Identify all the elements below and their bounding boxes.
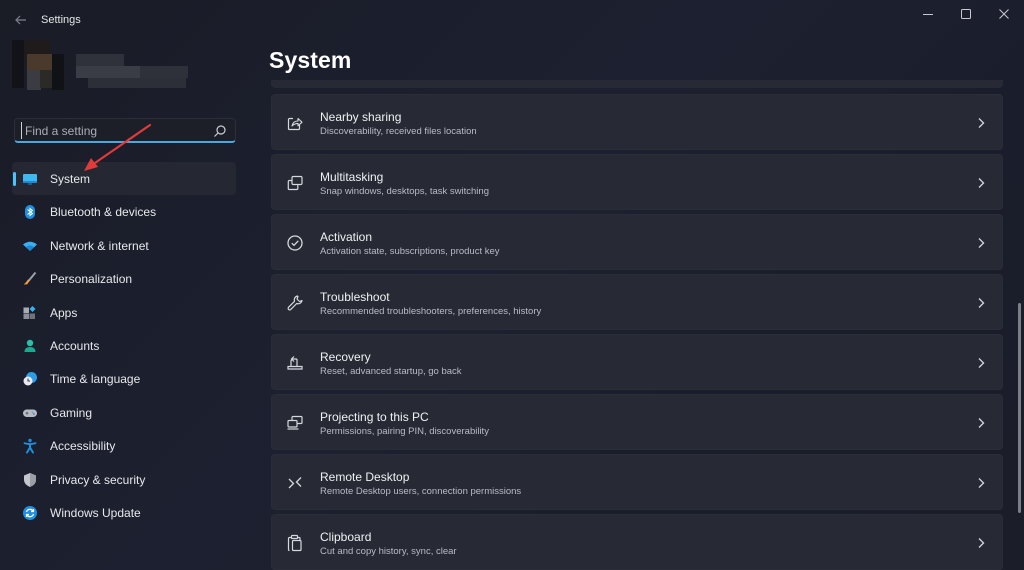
- sidebar-item-apps[interactable]: Apps: [12, 296, 236, 329]
- recovery-icon: [287, 356, 303, 370]
- person-icon: [24, 339, 36, 352]
- minimize-icon: [923, 14, 933, 15]
- share-icon: [287, 117, 303, 131]
- wifi-icon: [23, 241, 37, 251]
- multitasking-icon: [287, 175, 303, 191]
- sidebar-item-accounts[interactable]: Accounts: [12, 329, 236, 362]
- maximize-button[interactable]: [947, 0, 985, 28]
- sidebar-nav: System Bluetooth & devices Network & int…: [12, 162, 236, 529]
- settings-card-nearby-sharing[interactable]: Nearby sharing Discoverability, received…: [271, 94, 1003, 150]
- chevron-right-icon: [978, 538, 985, 548]
- sidebar-item-gaming[interactable]: Gaming: [12, 396, 236, 429]
- card-title: Multitasking: [320, 170, 384, 184]
- settings-card-troubleshoot[interactable]: Troubleshoot Recommended troubleshooters…: [271, 274, 1003, 330]
- card-title: Remote Desktop: [320, 470, 410, 484]
- card-subtitle: Discoverability, received files location: [320, 126, 477, 137]
- chevron-right-icon: [978, 358, 985, 368]
- sidebar-item-label: Personalization: [50, 272, 133, 287]
- brush-icon: [24, 272, 37, 286]
- chevron-right-icon: [978, 178, 985, 188]
- card-subtitle: Activation state, subscriptions, product…: [320, 246, 500, 257]
- settings-card-remote-desktop[interactable]: Remote Desktop Remote Desktop users, con…: [271, 454, 1003, 510]
- bluetooth-icon: [25, 205, 35, 220]
- minimize-button[interactable]: [909, 0, 947, 28]
- wrench-icon: [287, 295, 303, 311]
- settings-card-activation[interactable]: Activation Activation state, subscriptio…: [271, 214, 1003, 270]
- sidebar-item-label: Windows Update: [50, 505, 141, 520]
- monitor-icon: [23, 174, 37, 185]
- back-arrow-icon: [15, 15, 26, 25]
- card-subtitle: Snap windows, desktops, task switching: [320, 186, 489, 197]
- sidebar-item-label: Bluetooth & devices: [50, 205, 157, 220]
- apps-icon: [23, 305, 36, 319]
- sidebar-item-system[interactable]: System: [12, 162, 236, 196]
- clipboard-icon: [287, 534, 302, 552]
- clock-globe-icon: [23, 372, 37, 386]
- settings-card-clipboard[interactable]: Clipboard Cut and copy history, sync, cl…: [271, 514, 1003, 570]
- chevron-right-icon: [978, 238, 985, 248]
- chevron-right-icon: [978, 418, 985, 428]
- sidebar-item-label: Network & internet: [50, 238, 149, 253]
- gamepad-icon: [23, 409, 37, 417]
- sidebar-item-label: Accessibility: [50, 439, 116, 454]
- search-box[interactable]: [14, 118, 236, 143]
- projecting-icon: [287, 415, 303, 430]
- chevron-right-icon: [978, 478, 985, 488]
- search-input[interactable]: [21, 122, 210, 139]
- close-icon: [999, 9, 1009, 19]
- active-indicator: [13, 172, 16, 186]
- user-profile[interactable]: [12, 40, 192, 98]
- chevron-right-icon: [978, 118, 985, 128]
- sidebar-item-bluetooth[interactable]: Bluetooth & devices: [12, 195, 236, 228]
- back-button[interactable]: [8, 8, 34, 32]
- sidebar-item-label: Apps: [50, 305, 78, 320]
- partially-scrolled-card[interactable]: [271, 80, 1003, 88]
- card-title: Nearby sharing: [320, 110, 402, 124]
- sidebar-item-accessibility[interactable]: Accessibility: [12, 429, 236, 462]
- sidebar-item-label: Time & language: [50, 372, 141, 387]
- maximize-icon: [961, 9, 971, 19]
- sidebar-item-label: Gaming: [50, 405, 93, 420]
- card-subtitle: Cut and copy history, sync, clear: [320, 546, 457, 557]
- sidebar-item-label: Accounts: [50, 338, 100, 353]
- accessibility-icon: [23, 438, 37, 454]
- card-title: Recovery: [320, 350, 371, 364]
- app-title: Settings: [41, 14, 81, 26]
- settings-card-projecting[interactable]: Projecting to this PC Permissions, pairi…: [271, 394, 1003, 450]
- sidebar-item-label: System: [50, 172, 91, 186]
- sidebar-item-privacy-security[interactable]: Privacy & security: [12, 463, 236, 496]
- update-icon: [23, 505, 37, 520]
- sidebar-item-windows-update[interactable]: Windows Update: [12, 496, 236, 529]
- card-subtitle: Recommended troubleshooters, preferences…: [320, 306, 542, 317]
- shield-icon: [24, 472, 36, 487]
- card-subtitle: Permissions, pairing PIN, discoverabilit…: [320, 426, 489, 437]
- card-title: Projecting to this PC: [320, 410, 429, 424]
- close-button[interactable]: [985, 0, 1023, 28]
- card-title: Activation: [320, 230, 373, 244]
- check-circle-icon: [287, 235, 303, 251]
- sidebar-item-personalization[interactable]: Personalization: [12, 262, 236, 295]
- sidebar-item-time-language[interactable]: Time & language: [12, 362, 236, 395]
- page-title: System: [269, 47, 352, 73]
- sidebar-item-label: Privacy & security: [50, 472, 146, 487]
- sidebar-item-network[interactable]: Network & internet: [12, 229, 236, 262]
- card-subtitle: Remote Desktop users, connection permiss…: [320, 486, 522, 497]
- remote-desktop-icon: [288, 477, 302, 489]
- card-title: Troubleshoot: [320, 290, 390, 304]
- card-title: Clipboard: [320, 530, 372, 544]
- title-bar: Settings: [0, 0, 1024, 40]
- chevron-right-icon: [978, 298, 985, 308]
- search-icon[interactable]: [213, 124, 227, 138]
- settings-card-recovery[interactable]: Recovery Reset, advanced startup, go bac…: [271, 334, 1003, 390]
- vertical-scrollbar[interactable]: [1018, 303, 1021, 513]
- card-subtitle: Reset, advanced startup, go back: [320, 366, 462, 377]
- settings-card-multitasking[interactable]: Multitasking Snap windows, desktops, tas…: [271, 154, 1003, 210]
